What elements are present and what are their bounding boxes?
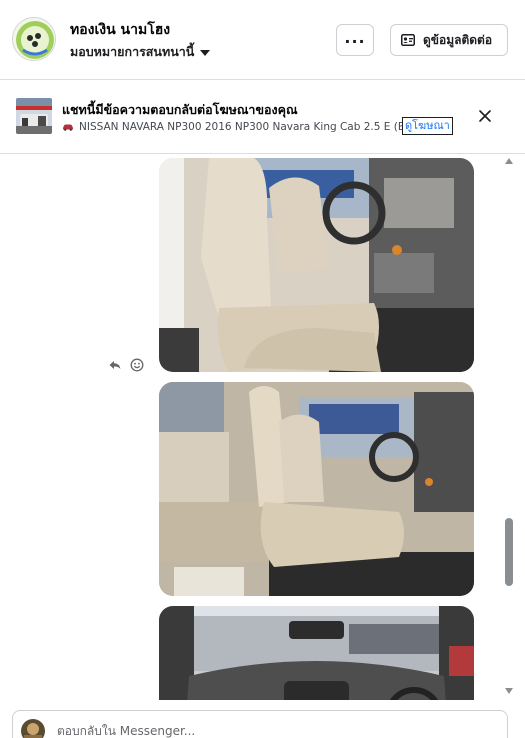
view-contact-info-label: ดูข้อมูลติดต่อ <box>423 32 493 47</box>
message-actions <box>108 358 144 372</box>
more-options-label: ... <box>344 28 366 47</box>
message-image[interactable] <box>159 158 474 372</box>
contact-name: ทองเงิน นามโฮง <box>70 22 171 38</box>
scrollbar-thumb[interactable] <box>505 518 513 586</box>
ad-thumbnail <box>16 98 52 134</box>
scroll-up-arrow[interactable] <box>505 158 513 164</box>
message-image[interactable] <box>159 382 474 596</box>
message-image[interactable] <box>159 606 474 700</box>
assign-conversation-label: มอบหมายการสนทนานี้ <box>70 44 195 59</box>
message-composer <box>12 710 508 738</box>
emoji-reaction-icon[interactable] <box>130 358 144 372</box>
ad-title-text: NISSAN NAVARA NP300 2016 NP300 Navara Ki… <box>79 121 429 133</box>
ad-banner-subtitle: NISSAN NAVARA NP300 2016 NP300 Navara Ki… <box>62 121 428 133</box>
scroll-down-arrow[interactable] <box>505 688 513 694</box>
message-thread[interactable] <box>0 154 525 700</box>
reply-input[interactable] <box>57 721 477 738</box>
more-options-button[interactable]: ... <box>336 24 374 56</box>
contact-avatar[interactable] <box>12 17 56 61</box>
ad-banner-title: แชทนี้มีข้อความตอบกลับต่อโฆษณาของคุณ <box>62 102 298 117</box>
close-icon[interactable] <box>476 107 494 125</box>
view-contact-info-button[interactable]: ดูข้อมูลติดต่อ <box>390 24 508 56</box>
view-ad-link[interactable]: ดูโฆษณา <box>402 117 453 135</box>
car-icon <box>63 124 73 131</box>
assign-conversation-dropdown[interactable]: มอบหมายการสนทนานี้ <box>70 42 211 62</box>
conversation-header: ทองเงิน นามโฮง มอบหมายการสนทนานี้ ... ดู… <box>0 0 525 80</box>
contact-card-icon <box>401 34 415 46</box>
caret-down-icon <box>200 49 211 56</box>
reply-icon[interactable] <box>108 358 122 372</box>
page-avatar <box>21 719 45 738</box>
ad-reply-banner: แชทนี้มีข้อความตอบกลับต่อโฆษณาของคุณ NIS… <box>0 80 525 154</box>
